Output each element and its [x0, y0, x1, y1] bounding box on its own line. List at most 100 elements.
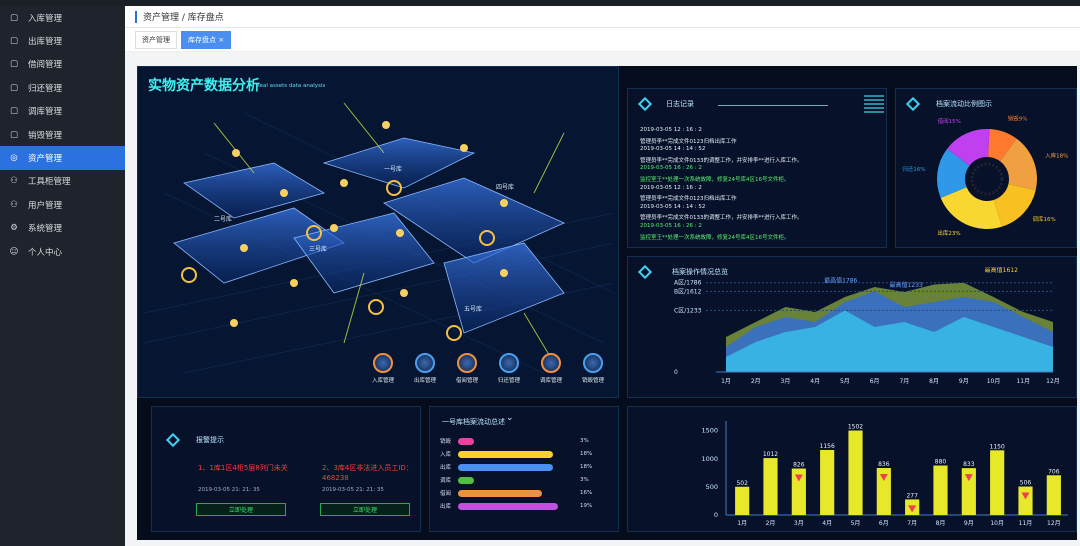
bar-10 — [1018, 486, 1033, 515]
bar-4 — [848, 430, 863, 515]
gear-icon: ⚙ — [10, 223, 18, 234]
bar-value-label-11: 706 — [1048, 468, 1060, 475]
hbar-value: 18% — [580, 464, 593, 470]
map-button-circle-icon — [583, 353, 603, 373]
hbar-bar-5 — [458, 502, 558, 510]
map-button-2[interactable]: 借阅管理 — [447, 353, 487, 384]
pie-label-4: 归还16% — [902, 165, 925, 173]
log-line: 2019-03-05 16 : 26 : 2 — [640, 165, 702, 172]
bar-value-label-5: 836 — [878, 461, 890, 468]
log-line: 管理员李**完成文件0133的调整工作，并安排李**进行入库工作。 — [640, 215, 803, 222]
hbar-label: 借阅 — [440, 491, 452, 497]
dashboard-title: 实物资产数据分析 — [148, 78, 260, 94]
area-xtick-5: 6月 — [870, 378, 880, 385]
area-xtick-0: 1月 — [721, 378, 731, 385]
log-line: 监控室王**处理一次系统故障，修复24号库4区16号文件柜。 — [640, 177, 790, 183]
box-icon: ▢ — [9, 82, 19, 93]
sidebar-item-label: 系统管理 — [28, 224, 63, 235]
bar-ytick-3: 1500 — [701, 427, 718, 435]
sidebar-item-6[interactable]: ◎ 资产管理 — [0, 146, 125, 170]
area-ytick-3: 0 — [674, 369, 678, 376]
sidebar-item-5[interactable]: ▢ 销毁管理 — [0, 123, 125, 146]
sidebar-item-3[interactable]: ▢ 归还管理 — [0, 76, 125, 99]
pie-label-3: 出库23% — [937, 229, 960, 237]
bar-1 — [763, 458, 778, 515]
hbar-bar-1 — [458, 450, 553, 458]
sidebar-item-label: 入库管理 — [28, 13, 63, 24]
warning-title: 报警提示 — [196, 436, 224, 444]
bar-0 — [735, 486, 750, 515]
sidebar-item-1[interactable]: ▢ 出库管理 — [0, 29, 125, 52]
map-label-2: 二号库 — [214, 215, 232, 223]
warning-1-text: 1、1库1区4柜5层8列门未关 — [198, 464, 288, 472]
sidebar-item-10[interactable]: ☺ 个人中心 — [0, 240, 125, 263]
map-button-label: 入库管理 — [371, 378, 394, 384]
map-button-circle-icon — [499, 353, 519, 373]
bar-11 — [1046, 475, 1061, 515]
asset-icon: ◎ — [10, 153, 18, 164]
map-button-label: 出库管理 — [413, 378, 436, 384]
area-xtick-6: 7月 — [899, 378, 909, 385]
map-button-3[interactable]: 归还管理 — [489, 353, 529, 384]
user-icon: ⚇ — [10, 176, 18, 187]
area-xtick-2: 3月 — [781, 378, 791, 385]
pie-label-5: 借阅15% — [938, 117, 961, 125]
pie-chart: 销毁9% 入库18% 调库16% 出库23% 归还16% 借阅15% — [902, 115, 1068, 238]
area-annotation-2: 最高值1612 — [985, 267, 1018, 274]
warning-1-handle-button[interactable]: 立即处理 — [196, 503, 286, 516]
hbar-bar-4 — [458, 489, 542, 497]
bar-value-label-4: 1502 — [848, 424, 863, 431]
area-ytick-1: B区/1612 — [674, 288, 702, 295]
sidebar-item-4[interactable]: ▢ 调库管理 — [0, 100, 125, 123]
map-button-5[interactable]: 销毁管理 — [573, 353, 613, 384]
breadcrumb-text: 资产管理 / 库存盘点 — [143, 13, 224, 23]
sidebar-item-0[interactable]: ▢ 入库管理 — [0, 6, 125, 29]
user-icon: ⚇ — [10, 199, 18, 210]
sidebar-item-2[interactable]: ▢ 借阅管理 — [0, 53, 125, 76]
map-button-4[interactable]: 调库管理 — [531, 353, 571, 384]
hbar-bar-3 — [458, 476, 474, 484]
area-panel: 档案操作情况总览 A区/1786 B区/1612 C区/1233 0 1月 2月 3月 4月 5… — [627, 256, 1077, 398]
hbar-value: 16% — [580, 490, 593, 496]
tab-inventory-check[interactable]: 库存盘点 × — [181, 30, 232, 49]
sidebar-item-8[interactable]: ⚇ 用户管理 — [0, 193, 125, 216]
hbar-value: 19% — [580, 503, 593, 509]
sidebar-item-label: 用户管理 — [28, 200, 63, 211]
log-line: 2019-03-05 14 : 14 : 52 — [640, 203, 706, 210]
tab-asset-management[interactable]: 资产管理 — [135, 30, 177, 49]
area-xtick-1: 2月 — [751, 378, 761, 385]
warning-2-handle-button[interactable]: 立即处理 — [320, 503, 410, 516]
log-title: 日志记录 — [666, 100, 694, 108]
dashboard: 实物资产数据分析 Real assets data analysis 一号库 二… — [137, 66, 1077, 540]
bar-value-label-8: 833 — [963, 461, 975, 468]
hbar-panel: 一号库档案流动总述 ⌄ 销毁 3% 入库 18% 出库 18% 调库 3% 借阅 16% 出库 19% — [429, 406, 619, 532]
map-button-1[interactable]: 出库管理 — [405, 353, 445, 384]
hbar-label: 出库 — [440, 504, 452, 510]
map-button-label: 调库管理 — [539, 378, 562, 384]
hbar-label: 销毁 — [440, 439, 452, 445]
sidebar-item-label: 调库管理 — [28, 107, 63, 118]
bar-9 — [990, 450, 1005, 515]
area-ytick-2: C区/1233 — [674, 307, 702, 314]
hbar-label: 调库 — [440, 478, 452, 484]
building-a — [183, 162, 326, 219]
warning-2-time: 2019-03-05 21: 21: 35 — [322, 487, 384, 493]
warning-diamond-icon — [165, 432, 181, 448]
bar-ytick-1: 500 — [706, 483, 718, 491]
hbar-dropdown-icon[interactable]: ⌄ — [506, 413, 514, 423]
log-line: 2019-03-05 12 : 16 : 2 — [640, 184, 702, 191]
tab-bar: 资产管理 库存盘点 × — [125, 28, 1080, 52]
map-button-circle-icon — [457, 353, 477, 373]
hbar-row: 入库 18% — [440, 450, 592, 458]
bar-chart: 0 500 1000 1500 502 1月 1012 2月 826 3月 1156 4月 1502 5月… — [701, 421, 1068, 527]
map-button-circle-icon — [373, 353, 393, 373]
sidebar-item-9[interactable]: ⚙ 系统管理 — [0, 217, 125, 240]
sidebar-item-label: 借阅管理 — [28, 60, 63, 71]
area-xtick-9: 10月 — [987, 378, 1001, 385]
sidebar-item-label: 归还管理 — [28, 83, 63, 94]
bar-xtick-11: 12月 — [1047, 520, 1061, 527]
hbar-row: 调库 3% — [440, 476, 589, 484]
sidebar-item-7[interactable]: ⚇ 工具柜管理 — [0, 170, 125, 193]
map-button-0[interactable]: 入库管理 — [363, 353, 403, 384]
bar-value-label-7: 880 — [935, 459, 947, 466]
